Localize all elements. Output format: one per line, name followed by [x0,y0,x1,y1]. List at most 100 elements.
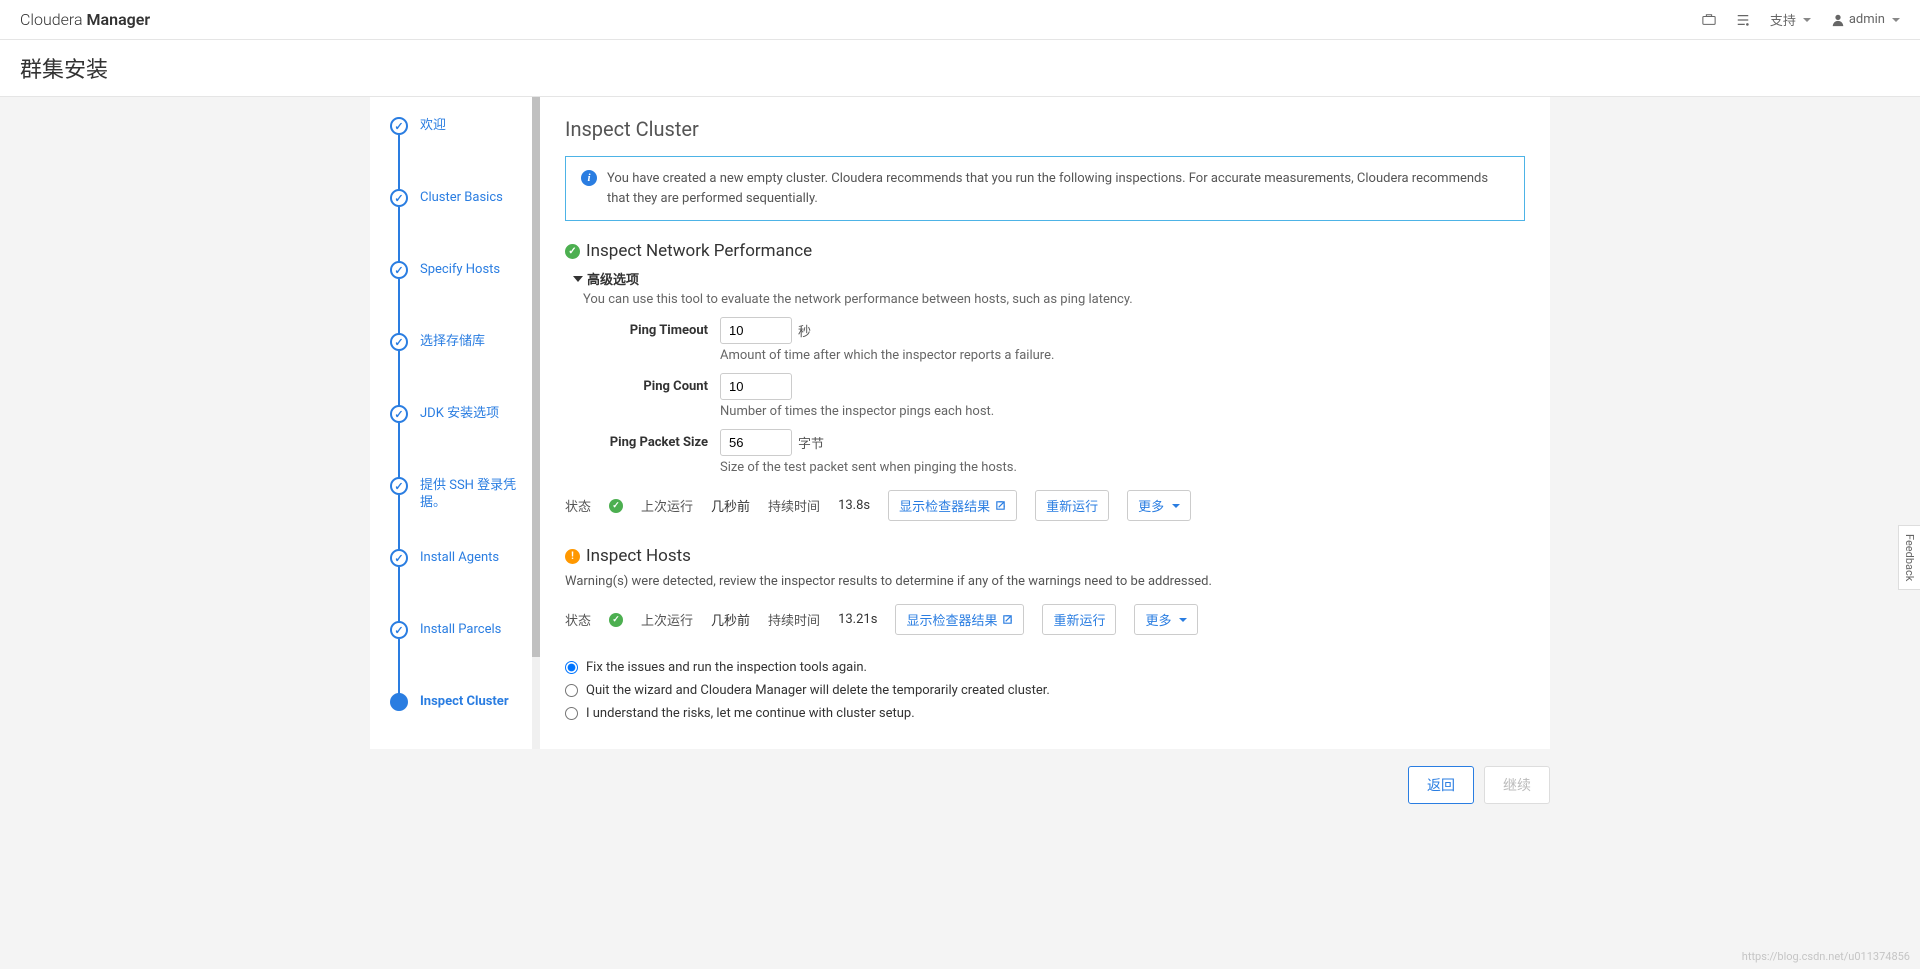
radio-understand-risks[interactable]: I understand the risks, let me continue … [565,706,1525,721]
last-run-value: 几秒前 [711,610,750,629]
step-connector [398,351,400,407]
network-help: You can use this tool to evaluate the ne… [583,292,1525,307]
wizard-main: Inspect Cluster i You have created a new… [540,97,1550,749]
ping-timeout-label: Ping Timeout [565,323,720,338]
feedback-tab[interactable]: Feedback [1898,525,1920,590]
ping-packet-input[interactable] [720,429,792,456]
rerun-button[interactable]: 重新运行 [1042,604,1116,635]
header-running-icon[interactable] [1736,13,1750,27]
header-parcel-icon[interactable] [1702,13,1716,27]
ping-count-row: Ping Count [565,373,1525,400]
radio-input[interactable] [565,684,578,697]
user-icon [1831,13,1845,27]
sidebar-scrollbar[interactable] [532,97,540,749]
container: 欢迎Cluster BasicsSpecify Hosts 选择存储库 JDK 安装… [0,97,1920,749]
radio-input[interactable] [565,661,578,674]
network-status-row: 状态 ✓ 上次运行 几秒前 持续时间 13.8s 显示检查器结果 重新运行 更多 [565,490,1525,521]
ping-timeout-input[interactable] [720,317,792,344]
caret-down-icon [1892,18,1900,22]
user-menu[interactable]: admin [1831,12,1900,27]
step-list: 欢迎Cluster BasicsSpecify Hosts 选择存储库 JDK 安装… [390,117,530,723]
step-item[interactable]: 欢迎 [390,117,530,189]
step-circle-done-icon [390,117,408,135]
step-connector [398,279,400,335]
network-section-title: ✓ Inspect Network Performance [565,241,1525,261]
last-run-label: 上次运行 [641,496,693,515]
chevron-down-icon [573,276,583,282]
ping-timeout-unit: 秒 [798,321,811,340]
hosts-status-row: 状态 ✓ 上次运行 几秒前 持续时间 13.21s 显示检查器结果 重新运行 更… [565,604,1525,635]
back-button[interactable]: 返回 [1408,766,1474,804]
ping-timeout-help: Amount of time after which the inspector… [720,348,1525,363]
step-circle-done-icon [390,333,408,351]
advanced-toggle[interactable]: 高级选项 [573,269,1525,288]
step-label: Install Parcels [420,621,501,639]
status-label: 状态 [565,610,591,629]
step-item[interactable]: 选择存储库 [390,333,530,405]
step-connector [398,567,400,623]
show-results-button[interactable]: 显示检查器结果 [888,490,1017,521]
step-circle-done-icon [390,621,408,639]
radio-fix-issues[interactable]: Fix the issues and run the inspection to… [565,660,1525,675]
radio-input[interactable] [565,707,578,720]
step-item[interactable]: Specify Hosts [390,261,530,333]
scrollbar-thumb[interactable] [532,97,540,657]
step-connector [398,135,400,191]
warning-circle-icon: ! [565,549,580,564]
brand-light: Cloudera [20,10,83,29]
app-header: Cloudera Manager 支持 admin [0,0,1920,40]
step-label: Specify Hosts [420,261,500,279]
section-title: Inspect Cluster [565,117,1525,141]
step-circle-done-icon [390,261,408,279]
step-connector [398,207,400,263]
step-label: JDK 安装选项 [420,405,499,423]
continue-button[interactable]: 继续 [1484,766,1550,804]
step-item[interactable]: JDK 安装选项 [390,405,530,477]
last-run-label: 上次运行 [641,610,693,629]
duration-label: 持续时间 [768,610,820,629]
duration-label: 持续时间 [768,496,820,515]
step-item[interactable]: Inspect Cluster [390,693,530,723]
step-label: Install Agents [420,549,499,567]
info-box: i You have created a new empty cluster. … [565,156,1525,221]
ping-packet-label: Ping Packet Size [565,435,720,450]
status-ok-icon: ✓ [609,613,623,627]
step-connector [398,495,400,551]
external-link-icon [1002,614,1013,625]
ping-timeout-row: Ping Timeout 秒 [565,317,1525,344]
step-item[interactable]: Install Agents [390,549,530,621]
wizard-panel: 欢迎Cluster BasicsSpecify Hosts 选择存储库 JDK 安装… [370,97,1550,749]
caret-down-icon [1179,618,1187,622]
more-button[interactable]: 更多 [1134,604,1198,635]
check-circle-icon: ✓ [565,244,580,259]
info-text: You have created a new empty cluster. Cl… [607,169,1509,208]
step-circle-done-icon [390,477,408,495]
caret-down-icon [1803,18,1811,22]
ping-count-help: Number of times the inspector pings each… [720,404,1525,419]
footer-actions: 返回 继续 [1408,766,1550,804]
step-connector [398,639,400,695]
step-label: 选择存储库 [420,333,485,351]
step-connector [398,423,400,479]
rerun-button[interactable]: 重新运行 [1035,490,1109,521]
ping-count-label: Ping Count [565,379,720,394]
step-label: 提供 SSH 登录凭据。 [420,477,530,512]
radio-quit-wizard[interactable]: Quit the wizard and Cloudera Manager wil… [565,683,1525,698]
duration-value: 13.8s [838,498,870,513]
step-item[interactable]: Cluster Basics [390,189,530,261]
duration-value: 13.21s [838,612,877,627]
step-item[interactable]: Install Parcels [390,621,530,693]
ping-packet-unit: 字节 [798,433,824,452]
hosts-section-title: ! Inspect Hosts [565,546,1525,566]
support-menu[interactable]: 支持 [1770,10,1811,29]
ping-count-input[interactable] [720,373,792,400]
step-item[interactable]: 提供 SSH 登录凭据。 [390,477,530,549]
show-results-button[interactable]: 显示检查器结果 [895,604,1024,635]
status-ok-icon: ✓ [609,499,623,513]
step-circle-active-icon [390,693,408,711]
brand: Cloudera Manager [20,10,150,29]
caret-down-icon [1172,504,1180,508]
resolution-radio-group: Fix the issues and run the inspection to… [565,660,1525,721]
more-button[interactable]: 更多 [1127,490,1191,521]
hosts-warning: Warning(s) were detected, review the ins… [565,574,1525,589]
